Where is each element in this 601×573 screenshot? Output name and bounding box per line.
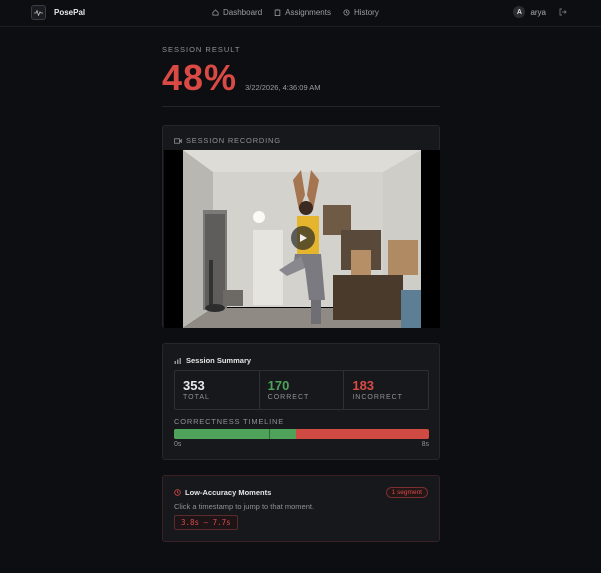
stat-total-value: 353: [183, 378, 205, 393]
stat-correct: 170 CORRECT: [260, 371, 345, 409]
divider: [162, 106, 440, 107]
stat-total: 353 TOTAL: [175, 371, 260, 409]
summary-title: Session Summary: [186, 356, 252, 365]
timeline-axis: 0s 8s: [174, 441, 429, 448]
recording-title: SESSION RECORDING: [186, 136, 281, 145]
clock-icon: [174, 489, 181, 496]
nav-assignments[interactable]: Assignments: [274, 8, 331, 17]
stat-correct-value: 170: [267, 378, 290, 393]
nav-dashboard[interactable]: Dashboard: [212, 8, 262, 17]
low-accuracy-description: Click a timestamp to jump to that moment…: [174, 502, 315, 511]
home-icon: [212, 9, 219, 16]
video-icon: [174, 137, 182, 144]
score-value: 48%: [162, 57, 238, 98]
clipboard-icon: [274, 9, 281, 16]
nav-history-label: History: [353, 8, 379, 17]
brand-name: PosePal: [54, 8, 86, 17]
timeline-correct-segment: [174, 429, 297, 439]
play-icon: [300, 234, 307, 242]
stat-incorrect-label: INCORRECT: [352, 394, 403, 401]
chart-icon: [174, 357, 181, 364]
logout-icon[interactable]: [559, 8, 567, 16]
stats-grid: 353 TOTAL 170 CORRECT 183 INCORRECT: [174, 370, 429, 410]
history-icon: [343, 9, 350, 16]
session-date: 3/22/2026, 4:36:09 AM: [245, 83, 321, 92]
top-bar: PosePal Dashboard Assignments History A …: [0, 0, 601, 27]
main-nav: Dashboard Assignments History: [212, 8, 379, 17]
nav-history[interactable]: History: [343, 8, 379, 17]
segment-timestamp-button[interactable]: 3.8s – 7.7s: [174, 515, 238, 530]
timeline-label: CORRECTNESS TIMELINE: [174, 417, 285, 426]
session-result: SESSION RESULT 48% 3/22/2026, 4:36:09 AM: [162, 45, 440, 107]
logo-icon: [31, 5, 46, 20]
username: arya: [530, 7, 546, 17]
low-accuracy-card: Low-Accuracy Moments 1 segment Click a t…: [162, 475, 440, 542]
timeline-tick: [269, 429, 270, 439]
brand[interactable]: PosePal: [31, 5, 85, 20]
video-player[interactable]: [164, 150, 440, 328]
user-menu[interactable]: A arya: [513, 6, 567, 18]
low-accuracy-title: Low-Accuracy Moments: [185, 488, 272, 497]
recording-card: SESSION RECORDING: [162, 125, 440, 328]
summary-card: Session Summary 353 TOTAL 170 CORRECT 18…: [162, 343, 440, 460]
avatar[interactable]: A: [513, 6, 526, 18]
stat-total-label: TOTAL: [183, 394, 210, 401]
correctness-timeline[interactable]: [174, 429, 429, 439]
stat-correct-label: CORRECT: [267, 394, 310, 401]
timeline-end: 8s: [421, 441, 429, 448]
stat-incorrect: 183 INCORRECT: [344, 371, 428, 409]
nav-dashboard-label: Dashboard: [223, 8, 263, 17]
nav-assignments-label: Assignments: [285, 8, 331, 17]
segment-count-badge: 1 segment: [385, 487, 428, 498]
timeline-start: 0s: [174, 441, 182, 448]
session-result-label: SESSION RESULT: [162, 45, 241, 54]
play-button[interactable]: [291, 226, 315, 250]
stat-incorrect-value: 183: [352, 378, 375, 393]
